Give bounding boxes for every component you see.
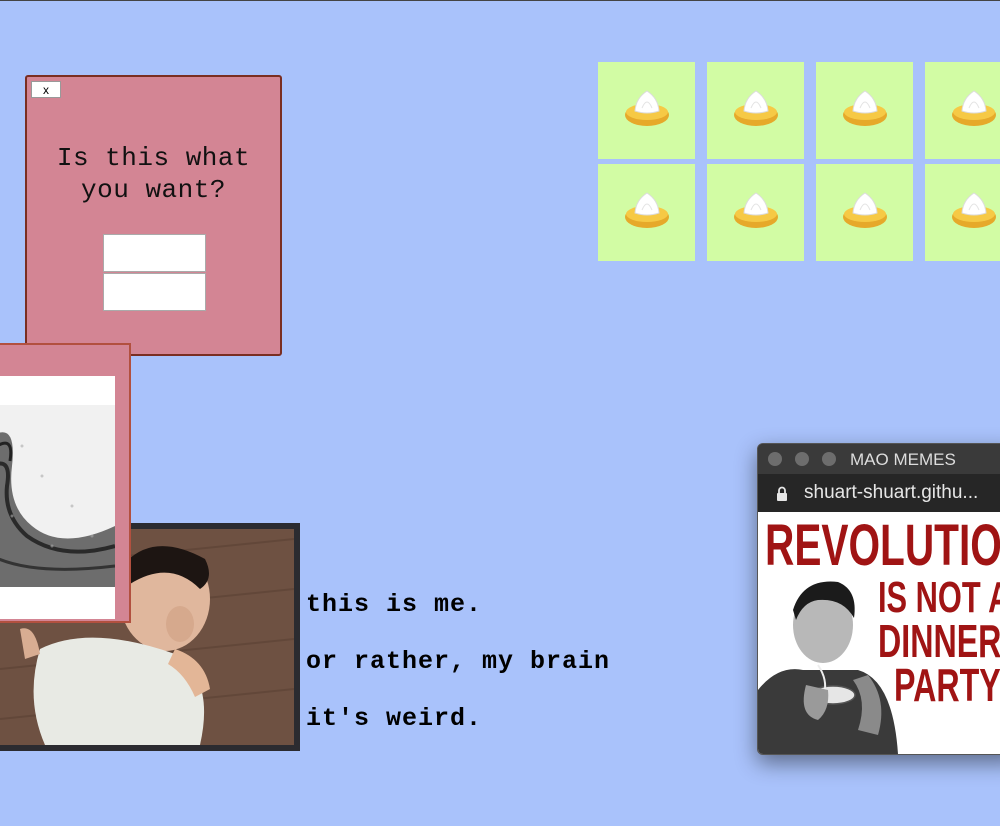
window-title: MAO MEMES [850, 450, 956, 469]
memory-tile[interactable] [816, 164, 913, 261]
poster-line-1: REVOLUTION [765, 513, 1000, 578]
memory-tile[interactable] [925, 164, 1000, 261]
answer-field-2[interactable] [103, 273, 206, 311]
answer-field-1[interactable] [103, 234, 206, 272]
lemon-meringue-tart-icon [731, 88, 781, 133]
revolution-poster: REVOLUTION IS NOT A DINNER PARTY [758, 512, 1000, 754]
lemon-meringue-tart-icon [840, 190, 890, 235]
lemon-meringue-tart-icon [949, 88, 999, 133]
lemon-meringue-tart-icon [840, 88, 890, 133]
mao-memes-window: MAO MEMES shuart-shuart.githu... REVOLUT… [757, 443, 1000, 755]
lock-icon [777, 486, 787, 501]
lemon-meringue-tart-icon [731, 190, 781, 235]
dialog-question: Is this what you want? [56, 143, 251, 205]
close-window-button[interactable] [768, 452, 782, 466]
url-text: shuart-shuart.githu... [804, 482, 979, 503]
memory-tile[interactable] [598, 62, 695, 159]
wave-window [0, 343, 131, 623]
maximize-window-button[interactable] [822, 452, 836, 466]
memory-tile[interactable] [816, 62, 913, 159]
window-titlebar: MAO MEMES [758, 444, 1000, 474]
question-dialog: x Is this what you want? [25, 75, 282, 356]
memory-tile[interactable] [925, 62, 1000, 159]
url-bar[interactable]: shuart-shuart.githu... [758, 474, 1000, 512]
mao-eating-photo [758, 581, 898, 754]
memory-tile[interactable] [598, 164, 695, 261]
caption-line-2: or rather, my brain [306, 647, 611, 676]
lemon-meringue-tart-icon [949, 190, 999, 235]
caption-line-3: it's weird. [306, 704, 483, 733]
wave-image [0, 376, 115, 619]
poster-line-4: PARTY [894, 659, 1000, 711]
lemon-meringue-tart-icon [622, 88, 672, 133]
memory-tile[interactable] [707, 62, 804, 159]
lemon-meringue-tart-icon [622, 190, 672, 235]
close-button[interactable]: x [31, 81, 61, 98]
minimize-window-button[interactable] [795, 452, 809, 466]
caption-line-1: this is me. [306, 590, 483, 619]
memory-tile[interactable] [707, 164, 804, 261]
